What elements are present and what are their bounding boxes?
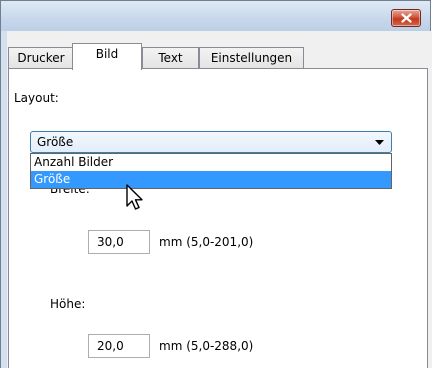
mouse-pointer-icon [126,184,143,210]
hoehe-range-text: mm (5,0-288,0) [159,339,254,353]
dialog-client-area: Drucker Bild Text Einstellungen Layout: … [7,31,432,368]
hoehe-input[interactable]: 20,0 [88,334,150,358]
tab-text[interactable]: Text [142,47,199,69]
close-x-icon [401,13,412,23]
hoehe-label: Höhe: [50,297,86,311]
title-bar[interactable] [1,1,430,31]
dropdown-option-anzahl-bilder[interactable]: Anzahl Bilder [31,154,391,171]
layout-label: Layout: [14,91,59,105]
breite-range-text: mm (5,0-201,0) [159,235,254,249]
layout-combobox[interactable]: Größe [30,131,392,153]
tab-drucker[interactable]: Drucker [8,47,74,69]
tab-bild[interactable]: Bild [72,43,142,70]
tab-einstellungen[interactable]: Einstellungen [199,47,304,69]
tab-panel-bild: Layout: Größe Anzahl Bilder Größe Breite… [8,68,428,368]
close-button[interactable] [391,9,421,27]
dialog-window: Drucker Bild Text Einstellungen Layout: … [0,0,432,368]
breite-input[interactable]: 30,0 [88,230,150,254]
dropdown-option-groesse[interactable]: Größe [31,171,391,188]
chevron-down-icon [375,140,384,145]
layout-dropdown-list: Anzahl Bilder Größe [30,153,392,189]
tab-strip: Drucker Bild Text Einstellungen [8,43,428,70]
layout-combobox-value: Größe [37,135,74,149]
